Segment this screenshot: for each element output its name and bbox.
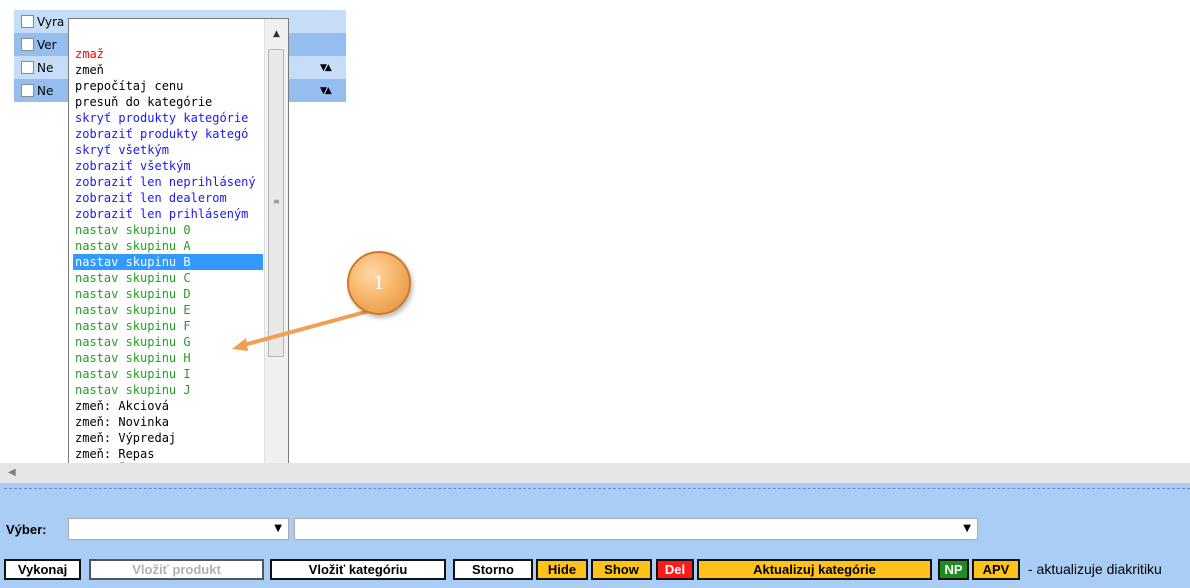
dropdown-option[interactable]: zmaž [73, 46, 263, 62]
dropdown-option[interactable]: nastav skupinu G [73, 334, 263, 350]
dropdown-option[interactable]: zobraziť produkty kategó [73, 126, 263, 142]
annotation-marker: 1 [347, 251, 411, 315]
scrollbar-thumb[interactable]: ≡ [268, 49, 284, 357]
row-checkbox[interactable] [21, 84, 34, 97]
dropdown-option[interactable]: zmeň [73, 62, 263, 78]
dropdown-option[interactable]: zobraziť len dealerom [73, 190, 263, 206]
dropdown-option[interactable]: nastav skupinu A [73, 238, 263, 254]
annotation-number: 1 [373, 272, 385, 294]
dropdown-option[interactable]: presuň do kategórie [73, 94, 263, 110]
grip-icon: ≡ [273, 197, 280, 206]
dropdown-option[interactable]: zmeň: Repas [73, 446, 263, 462]
chevron-down-icon[interactable]: ▼ [274, 523, 282, 534]
category-row-label: Ne [37, 83, 54, 98]
dropdown-option[interactable]: zmeň: Výpredaj [73, 430, 263, 446]
category-row-label: Vyra [37, 14, 65, 29]
storno-button[interactable]: Storno [453, 559, 533, 580]
option-list: zmaž zmeň prepočítaj cenu presuň do kategór… [73, 46, 263, 510]
vlozit-produkt-button[interactable]: Vložiť produkt [89, 559, 264, 580]
dropdown-option[interactable]: nastav skupinu H [73, 350, 263, 366]
dropdown-option[interactable]: nastav skupinu I [73, 366, 263, 382]
dropdown-option[interactable]: nastav skupinu J [73, 382, 263, 398]
action-select[interactable]: ▼ [68, 518, 289, 540]
show-button[interactable]: Show [591, 559, 652, 580]
dropdown-option[interactable]: nastav skupinu F [73, 318, 263, 334]
dropdown-option[interactable]: zobraziť len neprihlásený [73, 174, 263, 190]
hide-button[interactable]: Hide [536, 559, 588, 580]
del-button[interactable]: Del [656, 559, 694, 580]
row-checkbox[interactable] [21, 61, 34, 74]
dropdown-option[interactable]: zmeň: Akciová [73, 398, 263, 414]
dropdown-scrollbar[interactable]: ▲ ≡ ▼ [264, 19, 288, 518]
vlozit-kategoriu-button[interactable]: Vložiť kategóriu [270, 559, 446, 580]
np-button[interactable]: NP [938, 559, 969, 580]
dropdown-option[interactable]: skryť všetkým [73, 142, 263, 158]
chevron-down-icon[interactable]: ▼ [963, 523, 971, 534]
dropdown-option[interactable]: nastav skupinu 0 [73, 222, 263, 238]
dropdown-option[interactable]: nastav skupinu D [73, 286, 263, 302]
action-dropdown-list[interactable]: zmaž zmeň prepočítaj cenu presuň do kategór… [68, 18, 289, 519]
target-select[interactable]: ▼ [294, 518, 978, 540]
horizontal-scrollbar[interactable]: ◀ [0, 463, 1190, 483]
dropdown-option[interactable]: prepočítaj cenu [73, 78, 263, 94]
dropdown-option[interactable]: zmeň: Novinka [73, 414, 263, 430]
dropdown-option[interactable]: nastav skupinu B [73, 254, 263, 270]
scroll-left-icon[interactable]: ◀ [8, 467, 16, 478]
vykonaj-button[interactable]: Vykonaj [4, 559, 81, 580]
aktualizuj-kategorie-button[interactable]: Aktualizuj kategórie [697, 559, 932, 580]
dropdown-option[interactable]: skryť produkty kategórie [73, 110, 263, 126]
vyber-label: Výber: [6, 522, 47, 537]
dropdown-option[interactable]: zobraziť všetkým [73, 158, 263, 174]
apv-button[interactable]: APV [972, 559, 1020, 580]
category-row-label: Ne [37, 60, 54, 75]
divider [4, 488, 1190, 489]
bottom-action-panel: Výber: ▼ ▼ Vykonaj Vložiť produkt Vložiť… [0, 483, 1190, 588]
dropdown-option[interactable]: nastav skupinu E [73, 302, 263, 318]
dropdown-option[interactable]: nastav skupinu C [73, 270, 263, 286]
diakritika-note: - aktualizuje diakritiku [1028, 561, 1162, 577]
sort-arrows-icon[interactable]: ▼▲ [320, 86, 332, 96]
category-row-label: Ver [37, 37, 57, 52]
row-checkbox[interactable] [21, 38, 34, 51]
scroll-up-icon[interactable]: ▲ [265, 25, 288, 43]
row-checkbox[interactable] [21, 15, 34, 28]
dropdown-option[interactable]: zobraziť len prihláseným [73, 206, 263, 222]
sort-arrows-icon[interactable]: ▼▲ [320, 63, 332, 73]
